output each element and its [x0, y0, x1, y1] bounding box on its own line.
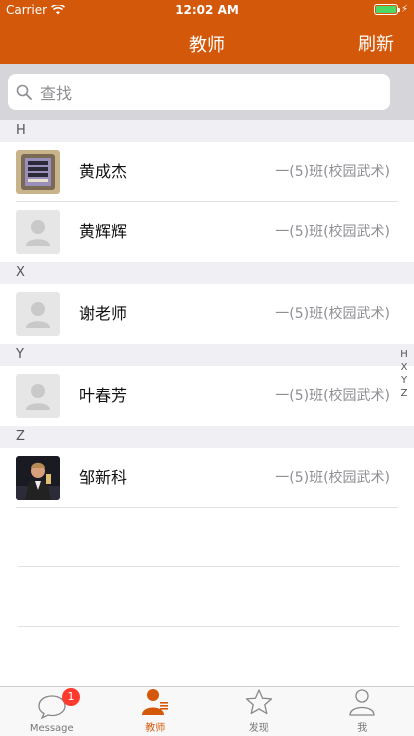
avatar	[16, 150, 60, 194]
list-item[interactable]: 黄辉辉 一(5)班(校园武术)	[0, 202, 414, 262]
teacher-name: 谢老师	[79, 304, 128, 323]
search-placeholder: 查找	[40, 84, 73, 103]
divider	[18, 626, 399, 627]
teacher-list: H 黄成杰 一(5)班(校园武术) 黄辉辉 一(5)班(校园武术) X 谢老师 …	[0, 120, 414, 508]
section-header-y: Y	[0, 344, 414, 366]
app-header: Carrier 12:02 AM ⚡ 教师 刷新	[0, 0, 414, 64]
page-title: 教师	[189, 35, 225, 56]
section-header-z: Z	[0, 426, 414, 448]
battery-icon	[373, 4, 400, 15]
list-item[interactable]: 黄成杰 一(5)班(校园武术)	[0, 142, 414, 202]
index-letter-z[interactable]: Z	[398, 387, 410, 400]
section-header-h: H	[0, 120, 414, 142]
list-item[interactable]: 谢老师 一(5)班(校园武术)	[0, 284, 414, 344]
search-input[interactable]: 查找	[8, 74, 390, 110]
search-icon	[16, 84, 32, 100]
section-index[interactable]: H X Y Z	[398, 348, 410, 400]
tab-label: 我	[357, 723, 368, 734]
tab-me[interactable]: 我	[311, 687, 414, 736]
divider	[18, 566, 399, 567]
teacher-class: 一(5)班(校园武术)	[275, 470, 390, 486]
tab-discover[interactable]: 发现	[207, 687, 311, 736]
search-bar: 查找	[0, 64, 414, 120]
tab-label: Message	[29, 723, 74, 734]
teacher-name: 叶春芳	[79, 386, 128, 405]
tab-label: 发现	[248, 723, 269, 734]
default-avatar-icon	[16, 374, 60, 418]
teacher-class: 一(5)班(校园武术)	[275, 306, 390, 322]
refresh-button[interactable]: 刷新	[358, 30, 394, 56]
teacher-class: 一(5)班(校园武术)	[275, 164, 390, 180]
status-time: 12:02 AM	[175, 3, 239, 17]
teacher-name: 黄辉辉	[79, 222, 128, 241]
unread-badge: 1	[62, 688, 80, 706]
teacher-name: 黄成杰	[79, 162, 128, 181]
teacher-class: 一(5)班(校园武术)	[275, 224, 390, 240]
section-header-x: X	[0, 262, 414, 284]
default-avatar-icon	[16, 292, 60, 336]
avatar	[16, 456, 60, 500]
status-bar: Carrier 12:02 AM ⚡	[0, 0, 414, 20]
tab-bar: 1 Message 教师 发现 我	[0, 686, 414, 736]
person-icon	[349, 689, 375, 716]
tab-teacher[interactable]: 教师	[104, 687, 208, 736]
index-letter-x[interactable]: X	[398, 361, 410, 374]
teacher-icon	[142, 689, 169, 715]
star-icon	[245, 689, 272, 715]
charging-icon: ⚡	[400, 4, 408, 15]
list-item[interactable]: 邹新科 一(5)班(校园武术)	[0, 448, 414, 508]
battery-indicator: ⚡	[373, 4, 408, 15]
teacher-name: 邹新科	[79, 468, 128, 487]
teacher-class: 一(5)班(校园武术)	[275, 388, 390, 404]
default-avatar-icon	[16, 210, 60, 254]
index-letter-h[interactable]: H	[398, 348, 410, 361]
tab-message[interactable]: 1 Message	[0, 687, 104, 736]
tab-label: 教师	[145, 723, 166, 734]
index-letter-y[interactable]: Y	[398, 374, 410, 387]
list-item[interactable]: 叶春芳 一(5)班(校园武术)	[0, 366, 414, 426]
